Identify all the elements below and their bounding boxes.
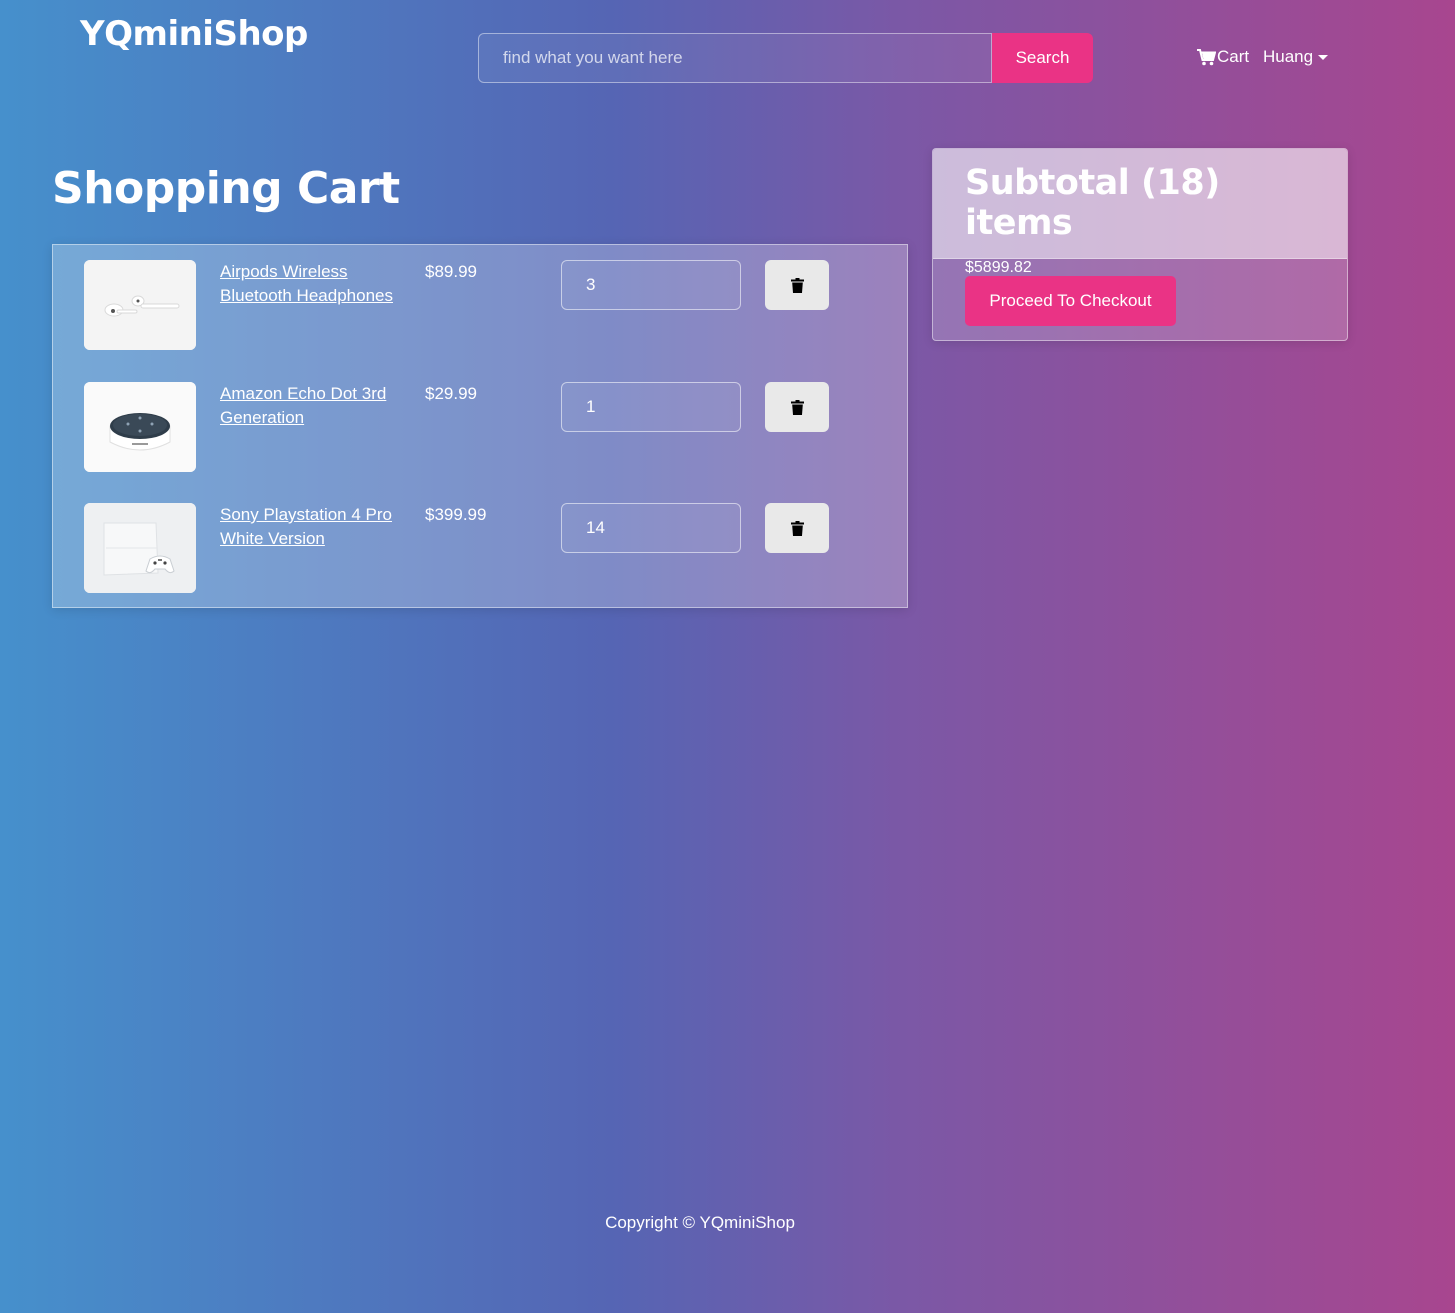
product-link[interactable]: Sony Playstation 4 Pro White Version	[220, 503, 410, 551]
quantity-select[interactable]: 3	[561, 260, 741, 310]
product-price: $29.99	[425, 384, 477, 403]
product-price: $89.99	[425, 262, 477, 281]
trash-icon	[790, 399, 804, 415]
order-summary-card: Subtotal (18) items $5899.82 Proceed To …	[932, 148, 1348, 341]
delete-item-button[interactable]	[765, 382, 829, 432]
search-input[interactable]	[478, 33, 992, 83]
cart-item: Amazon Echo Dot 3rd Generation $29.99 1	[84, 382, 884, 472]
user-name: Huang	[1263, 47, 1314, 66]
search-button[interactable]: Search	[992, 33, 1093, 83]
cart-items-list: Airpods Wireless Bluetooth Headphones $8…	[52, 244, 908, 608]
product-image-airpods[interactable]	[84, 260, 196, 350]
trash-icon	[790, 277, 804, 293]
product-link[interactable]: Airpods Wireless Bluetooth Headphones	[220, 260, 410, 308]
cart-item: Airpods Wireless Bluetooth Headphones $8…	[84, 260, 884, 350]
quantity-select[interactable]: 1	[561, 382, 741, 432]
nav-cart-link[interactable]: Cart	[1197, 47, 1249, 67]
cart-icon	[1197, 48, 1216, 65]
page-title: Shopping Cart	[52, 163, 400, 214]
cart-item: Sony Playstation 4 Pro White Version $39…	[84, 503, 884, 593]
subtotal-amount: $5899.82	[965, 259, 1032, 276]
product-link[interactable]: Amazon Echo Dot 3rd Generation	[220, 382, 410, 430]
product-image-echo-dot[interactable]	[84, 382, 196, 472]
proceed-to-checkout-button[interactable]: Proceed To Checkout	[965, 276, 1176, 326]
delete-item-button[interactable]	[765, 503, 829, 553]
product-image-ps4[interactable]	[84, 503, 196, 593]
product-price: $399.99	[425, 505, 487, 524]
caret-down-icon	[1318, 54, 1329, 60]
user-menu[interactable]: Huang	[1263, 47, 1329, 67]
brand-logo[interactable]: YQminiShop	[80, 14, 308, 54]
trash-icon	[790, 520, 804, 536]
summary-header: Subtotal (18) items $5899.82	[933, 149, 1347, 276]
nav-cart-label: Cart	[1217, 47, 1250, 66]
footer-copyright: Copyright © YQminiShop	[605, 1213, 795, 1232]
subtotal-title: Subtotal (18) items	[965, 163, 1220, 243]
quantity-select[interactable]: 14	[561, 503, 741, 553]
delete-item-button[interactable]	[765, 260, 829, 310]
